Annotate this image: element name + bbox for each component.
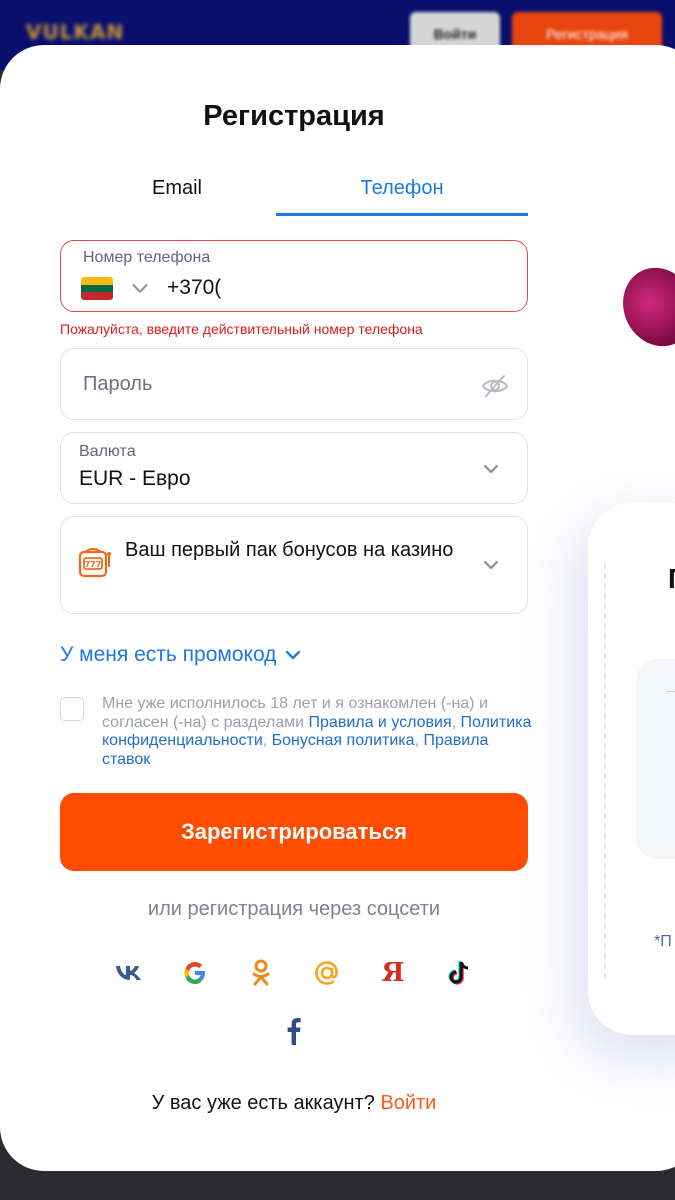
- svg-text:777: 777: [85, 560, 102, 569]
- promo-inner-line: [666, 691, 675, 692]
- facebook-icon[interactable]: [277, 1014, 311, 1048]
- bonus-policy-link[interactable]: Бонусная политика: [272, 732, 415, 749]
- bonus-label: Ваш первый пак бонусов на казино: [125, 539, 454, 561]
- bonus-promo-card: П *П: [588, 503, 675, 1035]
- dashed-divider: [604, 563, 606, 979]
- yandex-icon[interactable]: Я: [376, 956, 410, 990]
- password-field[interactable]: Пароль: [60, 348, 528, 420]
- currency-label: Валюта: [79, 443, 136, 460]
- vk-icon[interactable]: [112, 956, 146, 990]
- registration-tabs: Email Телефон: [60, 168, 528, 216]
- chevron-down-icon[interactable]: [479, 457, 503, 481]
- casino-chip-image: [610, 255, 675, 359]
- promo-code-label: У меня есть промокод: [60, 643, 277, 666]
- chevron-down-icon: [286, 650, 301, 660]
- social-caption: или регистрация через соцсети: [147, 898, 441, 920]
- site-logo: VULKAN: [26, 20, 125, 44]
- chevron-down-icon[interactable]: [129, 277, 151, 299]
- phone-label: Номер телефона: [83, 249, 211, 266]
- register-button[interactable]: Зарегистрироваться: [60, 793, 528, 871]
- promo-code-toggle[interactable]: У меня есть промокод: [60, 643, 302, 667]
- currency-select[interactable]: Валюта EUR - Евро: [60, 432, 528, 504]
- login-prompt: У вас уже есть аккаунт? Войти: [0, 1092, 588, 1115]
- google-icon[interactable]: [178, 956, 212, 990]
- lithuania-flag-icon[interactable]: [81, 277, 113, 300]
- phone-error-message: Пожалуйста, введите действительный номер…: [60, 321, 423, 337]
- bonus-select[interactable]: 777 Ваш первый пак бонусов на казино: [60, 516, 528, 614]
- rules-link[interactable]: Правила и условия: [309, 714, 452, 731]
- chevron-down-icon[interactable]: [479, 553, 503, 577]
- registration-modal: П *П Регистрация Email Телефон Номер тел…: [0, 45, 675, 1171]
- mail-ru-icon[interactable]: [310, 956, 344, 990]
- currency-value: EUR - Евро: [79, 467, 191, 490]
- tab-email[interactable]: Email: [60, 168, 294, 216]
- eye-off-icon[interactable]: [481, 373, 509, 399]
- phone-input[interactable]: +370(: [167, 276, 221, 300]
- tab-phone[interactable]: Телефон: [276, 168, 528, 216]
- odnoklassniki-icon[interactable]: [244, 956, 278, 990]
- login-prompt-text: У вас уже есть аккаунт?: [151, 1092, 375, 1114]
- login-link[interactable]: Войти: [380, 1092, 436, 1114]
- tiktok-icon[interactable]: [442, 956, 476, 990]
- promo-heading: П: [668, 563, 675, 595]
- promo-inner-box: [636, 659, 675, 859]
- terms-checkbox[interactable]: [60, 697, 84, 721]
- page-title: Регистрация: [203, 100, 385, 132]
- promo-footnote: *П: [654, 933, 672, 950]
- terms-text: Мне уже исполнилось 18 лет и я ознакомле…: [102, 695, 532, 768]
- password-input[interactable]: Пароль: [83, 373, 152, 396]
- phone-field[interactable]: Номер телефона +370(: [60, 240, 528, 312]
- slot-machine-icon: 777: [78, 548, 111, 578]
